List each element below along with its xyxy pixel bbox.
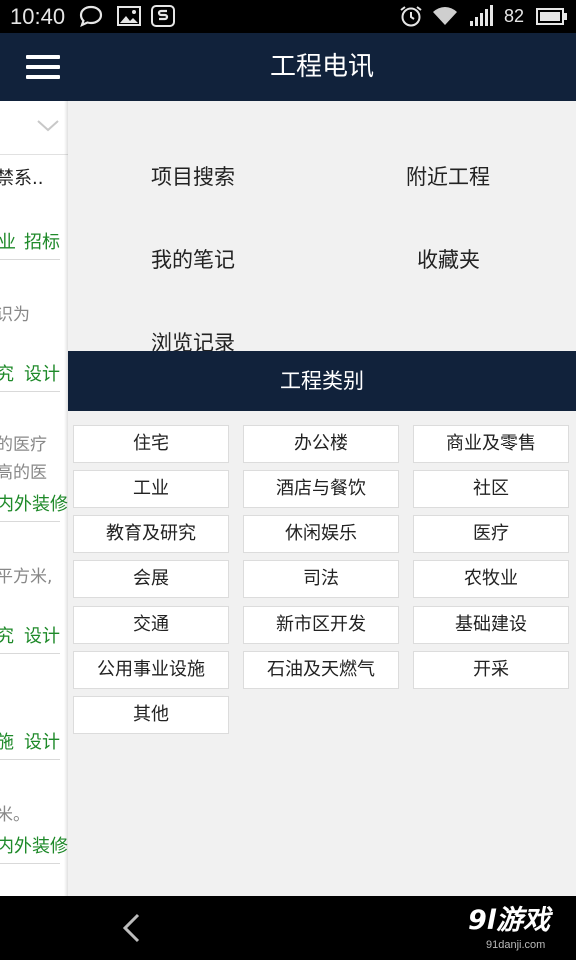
drawer-title: 工程电讯 [269, 52, 374, 82]
category-office[interactable]: 办公楼 [243, 425, 399, 463]
background-project-list: 禁系.. 业 招标 识为 究 设计 的医疗 高的医 内外装修 平方米, 究 设计… [0, 33, 68, 896]
chat-bubble-icon [79, 5, 103, 28]
filter-dropdown[interactable] [0, 101, 68, 155]
category-industrial[interactable]: 工业 [73, 470, 229, 508]
app-s-icon [151, 5, 175, 27]
list-item-tag: 施 [0, 732, 14, 753]
watermark: 9l游戏 91danji.com [410, 896, 576, 960]
list-item-text: 识为 [0, 305, 30, 325]
list-item-tag: 内外装修 [0, 836, 68, 857]
list-item-tag: 业 [0, 232, 16, 253]
back-icon[interactable] [118, 912, 144, 944]
list-item-text: 的医疗 [0, 435, 47, 455]
category-judicial[interactable]: 司法 [243, 560, 399, 598]
list-item-tag: 设计 [24, 626, 60, 647]
alarm-icon [400, 6, 422, 27]
category-other[interactable]: 其他 [73, 696, 229, 734]
watermark-site: 91danji.com [486, 939, 546, 951]
list-item-text: 禁系.. [0, 168, 44, 189]
category-community[interactable]: 社区 [413, 470, 569, 508]
chevron-down-icon [37, 120, 59, 132]
category-utilities[interactable]: 公用事业设施 [73, 651, 229, 689]
list-item-tag: 究 [0, 364, 14, 385]
category-transport[interactable]: 交通 [73, 606, 229, 644]
status-bar: 10:40 82 [0, 0, 576, 33]
category-exhibition[interactable]: 会展 [73, 560, 229, 598]
quick-link-my-notes[interactable]: 我的笔记 [151, 246, 235, 274]
watermark-logo: 9l游戏 [468, 905, 551, 936]
category-leisure[interactable]: 休闲娱乐 [243, 515, 399, 553]
quick-link-nearby-projects[interactable]: 附近工程 [406, 163, 490, 191]
wifi-icon [433, 7, 457, 25]
quick-link-project-search[interactable]: 项目搜索 [151, 163, 235, 191]
main-header [0, 33, 68, 101]
list-item-text: 平方米, [0, 567, 53, 587]
list-item-tag: 招标 [24, 232, 60, 253]
category-commercial-retail[interactable]: 商业及零售 [413, 425, 569, 463]
drawer-header: 工程电讯 [68, 33, 576, 101]
category-residential[interactable]: 住宅 [73, 425, 229, 463]
side-drawer: 工程电讯 项目搜索 附近工程 我的笔记 收藏夹 浏览记录 工程类别 住宅 办公楼… [68, 33, 576, 896]
battery-icon [536, 8, 567, 25]
quick-links: 项目搜索 附近工程 我的笔记 收藏夹 浏览记录 [68, 101, 576, 355]
list-item-tag: 设计 [24, 732, 60, 753]
category-oil-gas[interactable]: 石油及天燃气 [243, 651, 399, 689]
list-item-text: 米。 [0, 805, 30, 825]
status-time: 10:40 [10, 4, 66, 29]
menu-icon[interactable] [26, 55, 60, 81]
category-education-research[interactable]: 教育及研究 [73, 515, 229, 553]
battery-level: 82 [504, 6, 525, 26]
list-item-tag: 设计 [24, 364, 60, 385]
image-icon [117, 6, 141, 26]
category-new-district[interactable]: 新市区开发 [243, 606, 399, 644]
category-title: 工程类别 [280, 369, 364, 393]
list-item-tag: 内外装修 [0, 494, 68, 515]
list-item-tag: 究 [0, 626, 14, 647]
quick-link-favorites[interactable]: 收藏夹 [417, 246, 480, 274]
category-medical[interactable]: 医疗 [413, 515, 569, 553]
signal-icon [470, 5, 493, 26]
category-agriculture[interactable]: 农牧业 [413, 560, 569, 598]
list-item-text: 高的医 [0, 463, 47, 483]
category-hotel-dining[interactable]: 酒店与餐饮 [243, 470, 399, 508]
category-header: 工程类别 [68, 351, 576, 411]
category-mining[interactable]: 开采 [413, 651, 569, 689]
category-infrastructure[interactable]: 基础建设 [413, 606, 569, 644]
